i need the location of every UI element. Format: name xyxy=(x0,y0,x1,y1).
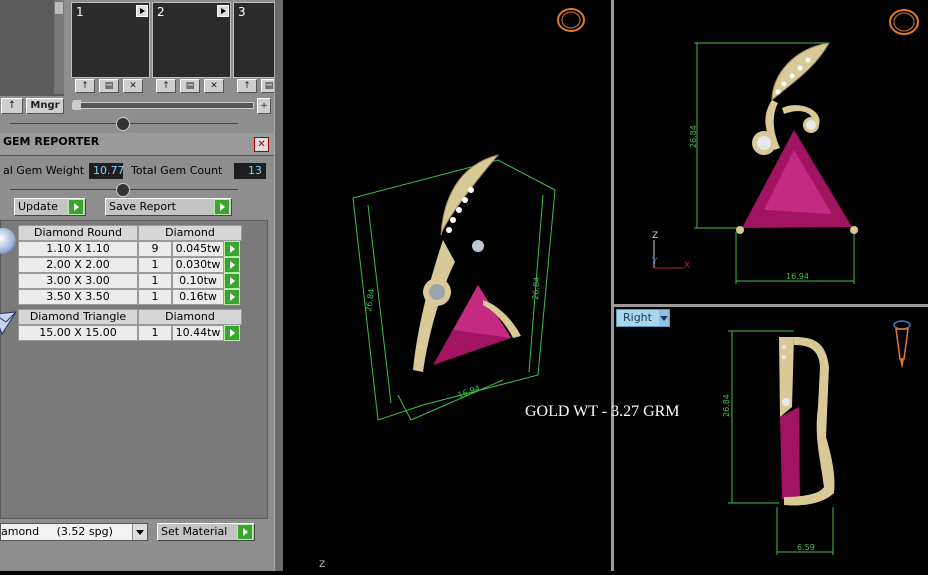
slot-1[interactable]: 1 xyxy=(71,2,150,78)
slot-1-number: 1 xyxy=(76,5,84,19)
gem-reporter-header: GEM REPORTER ✕ xyxy=(0,133,277,155)
group-1-shape-header: Diamond Round xyxy=(18,225,138,241)
perspective-model: 26.84 26.84 16.94 xyxy=(352,8,585,421)
triangle-diamond-icon xyxy=(0,310,18,336)
collapse-toggle-icon[interactable] xyxy=(116,117,130,131)
material-select[interactable]: amond (3.52 spg) xyxy=(0,523,148,541)
slot-zoom-slider[interactable] xyxy=(72,100,254,110)
table-row-weight: 0.045tw xyxy=(172,241,224,257)
svg-text:26.84: 26.84 xyxy=(689,125,698,148)
row-select-icon[interactable] xyxy=(224,257,240,273)
slot-2-save-icon[interactable]: ▤ xyxy=(180,79,200,93)
total-count-value: 13 xyxy=(234,163,266,179)
slot-2[interactable]: 2 xyxy=(152,2,231,78)
update-button[interactable]: Update xyxy=(14,198,86,216)
material-select-value: amond (3.52 spg) xyxy=(1,525,113,538)
save-report-play-icon[interactable] xyxy=(214,199,230,215)
table-row-weight: 0.16tw xyxy=(172,289,224,305)
chevron-down-icon[interactable] xyxy=(132,524,147,540)
svg-text:16.94: 16.94 xyxy=(786,272,809,281)
row-select-icon[interactable] xyxy=(224,289,240,305)
table-row-weight: 10.44tw xyxy=(172,325,224,341)
gem-reporter-title: GEM REPORTER xyxy=(3,135,100,148)
svg-text:26.84: 26.84 xyxy=(722,394,731,417)
svg-text:26.84: 26.84 xyxy=(364,288,376,312)
table-row-count: 9 xyxy=(138,241,172,257)
mngr-button[interactable]: Mngr xyxy=(26,98,64,114)
right-model: 26.84 6.59 xyxy=(722,320,911,555)
table-row-weight: 0.10tw xyxy=(172,273,224,289)
close-icon[interactable]: ✕ xyxy=(254,137,269,152)
total-weight-label: al Gem Weight xyxy=(3,164,85,177)
perspective-viewport[interactable]: 26.84 26.84 16.94 Z xyxy=(283,0,611,571)
set-material-play-icon[interactable] xyxy=(237,524,253,540)
slot-3[interactable]: 3 xyxy=(233,2,277,78)
row-select-icon[interactable] xyxy=(224,325,240,341)
group-2-shape-header: Diamond Triangle xyxy=(18,309,138,325)
add-slot-button[interactable]: + xyxy=(257,98,271,114)
table-row-weight: 0.030tw xyxy=(172,257,224,273)
slot-zoom-slider-thumb[interactable] xyxy=(73,100,81,110)
row-select-icon[interactable] xyxy=(224,273,240,289)
slot-1-delete-icon[interactable]: ✕ xyxy=(123,79,143,93)
persp-axis-z: Z xyxy=(319,560,326,570)
slot-2-delete-icon[interactable]: ✕ xyxy=(204,79,224,93)
slot-1-save-icon[interactable]: ▤ xyxy=(99,79,119,93)
update-play-icon[interactable] xyxy=(68,199,84,215)
axis-x-label: X xyxy=(684,261,691,271)
slot-2-load-icon[interactable]: ↑ xyxy=(156,79,176,93)
slot-scrollbar[interactable] xyxy=(54,0,64,94)
table-row-count: 1 xyxy=(138,273,172,289)
svg-text:6.59: 6.59 xyxy=(797,543,815,552)
table-row-count: 1 xyxy=(138,257,172,273)
slot-actions: ↑ ▤ ✕ ↑ ▤ ✕ ↑ ▤ xyxy=(71,78,277,94)
front-model: 26.84 16.94 xyxy=(653,9,919,284)
axis-z-label: Z xyxy=(652,231,659,241)
table-row-count: 1 xyxy=(138,289,172,305)
update-label: Update xyxy=(18,200,58,213)
slot-3-load-icon[interactable]: ↑ xyxy=(237,79,257,93)
slot-3-number: 3 xyxy=(238,5,246,19)
table-row-size: 3.00 X 3.00 xyxy=(18,273,138,289)
ring-view-icon-front xyxy=(889,9,919,35)
left-panel: 1 2 3 ↑ ▤ ✕ ↑ ▤ ✕ ↑ ▤ ↑ Mngr + GEM REPOR… xyxy=(0,0,277,571)
table-row-size: 1.10 X 1.10 xyxy=(18,241,138,257)
panel-splitter[interactable] xyxy=(274,0,283,571)
front-viewport[interactable]: 26.84 16.94 Z Y X xyxy=(614,0,928,304)
group-2-material-header: Diamond xyxy=(138,309,242,325)
svg-text:26.84: 26.84 xyxy=(531,277,542,300)
ring-view-icon xyxy=(557,8,585,32)
save-report-label: Save Report xyxy=(109,200,176,213)
slot-scroll-thumb[interactable] xyxy=(55,2,63,14)
total-weight-value: 10.77 xyxy=(89,163,125,179)
total-count-label: Total Gem Count xyxy=(131,164,223,177)
table-row-size: 3.50 X 3.50 xyxy=(18,289,138,305)
pendant-view-icon xyxy=(893,320,911,369)
table-row-count: 1 xyxy=(138,325,172,341)
header-divider xyxy=(0,155,277,156)
up-arrow-button[interactable]: ↑ xyxy=(1,98,23,114)
table-row-size: 2.00 X 2.00 xyxy=(18,257,138,273)
group-1-material-header: Diamond xyxy=(138,225,242,241)
gold-weight-annotation: GOLD WT - 3.27 GRM xyxy=(525,403,680,420)
axis-y-label: Y xyxy=(652,257,658,267)
slot-2-number: 2 xyxy=(157,5,165,19)
axis-gizmo xyxy=(653,240,684,269)
slot-1-load-icon[interactable]: ↑ xyxy=(75,79,95,93)
set-material-button[interactable]: Set Material xyxy=(157,523,255,541)
right-viewport[interactable]: Right 26.84 6.59 xyxy=(614,307,928,571)
save-report-button[interactable]: Save Report xyxy=(105,198,232,216)
table-row-size: 15.00 X 15.00 xyxy=(18,325,138,341)
svg-text:16.94: 16.94 xyxy=(457,384,482,400)
set-material-label: Set Material xyxy=(161,525,228,538)
slot-2-play-icon[interactable] xyxy=(217,5,229,17)
collapse-toggle-2-icon[interactable] xyxy=(116,183,130,197)
row-select-icon[interactable] xyxy=(224,241,240,257)
slot-1-play-icon[interactable] xyxy=(136,5,148,17)
